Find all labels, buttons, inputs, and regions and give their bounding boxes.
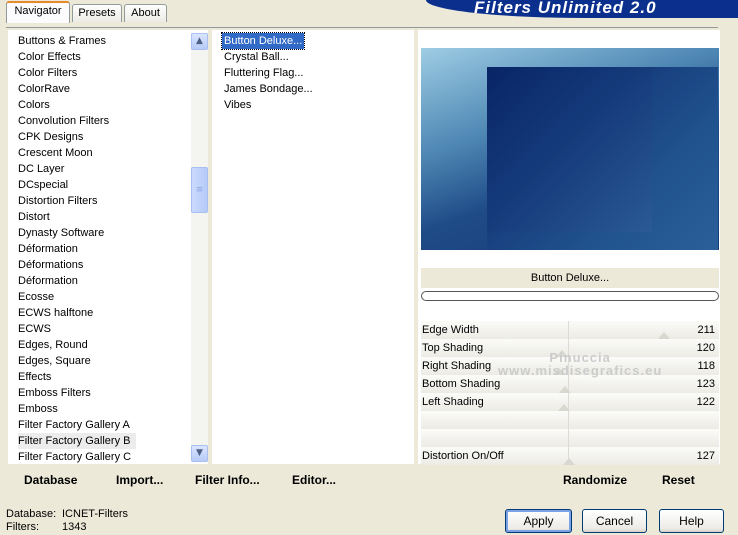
- editor-button[interactable]: Editor...: [292, 473, 336, 487]
- slider-value: 211: [697, 324, 715, 336]
- filter-item[interactable]: Vibes: [224, 97, 251, 113]
- category-item[interactable]: DC Layer: [18, 161, 64, 177]
- randomize-button[interactable]: Randomize: [563, 473, 627, 487]
- slider-center-tick: [568, 321, 569, 339]
- progress-bar: [421, 291, 719, 301]
- category-item[interactable]: Edges, Square: [18, 353, 91, 369]
- category-item[interactable]: DCspecial: [18, 177, 68, 193]
- slider-control[interactable]: Edge Width 211: [421, 321, 719, 339]
- category-item[interactable]: Color Filters: [18, 65, 77, 81]
- filter-list[interactable]: Button Deluxe... Crystal Ball... Flutterin…: [212, 30, 414, 464]
- scroll-up-button[interactable]: ▲: [191, 33, 208, 50]
- filter-item[interactable]: Button Deluxe...: [220, 32, 306, 50]
- category-scrollbar[interactable]: ▲ ≡ ▼: [191, 33, 208, 462]
- database-button[interactable]: Database: [24, 473, 77, 487]
- slider-control[interactable]: [421, 429, 719, 447]
- category-item[interactable]: Déformation: [18, 241, 78, 257]
- preview-image: [421, 48, 719, 250]
- scroll-thumb[interactable]: ≡: [191, 167, 208, 213]
- import-button[interactable]: Import...: [116, 473, 163, 487]
- category-item[interactable]: Déformations: [18, 257, 83, 273]
- category-item[interactable]: Filter Factory Gallery B: [18, 433, 137, 449]
- category-item[interactable]: Filter Factory Gallery C: [18, 449, 131, 464]
- category-item[interactable]: Filter Factory Gallery A: [18, 417, 130, 433]
- app-banner: Filters Unlimited 2.0: [426, 0, 738, 18]
- category-item[interactable]: Emboss: [18, 401, 58, 417]
- category-item[interactable]: ColorRave: [18, 81, 70, 97]
- category-item[interactable]: Emboss Filters: [18, 385, 91, 401]
- slider-label: Top Shading: [422, 342, 484, 354]
- filter-item[interactable]: Crystal Ball...: [224, 49, 289, 65]
- status-filters-value: 1343: [62, 521, 87, 533]
- slider-control[interactable]: Left Shading 122: [421, 393, 719, 411]
- slider-value: 127: [696, 450, 715, 462]
- category-item[interactable]: Dynasty Software: [18, 225, 104, 241]
- category-item[interactable]: Distort: [18, 209, 50, 225]
- watermark-line2: www.misdisegrafics.eu: [498, 363, 663, 378]
- status-database: Database: ICNET-Filters: [6, 508, 128, 520]
- filter-item[interactable]: James Bondage...: [224, 81, 313, 97]
- slider-label: Distortion On/Off: [422, 450, 504, 462]
- category-item[interactable]: Déformation: [18, 273, 78, 289]
- category-item[interactable]: Colors: [18, 97, 50, 113]
- slider-center-tick: [568, 429, 569, 447]
- app-title: Filters Unlimited 2.0: [474, 0, 657, 17]
- filter-item[interactable]: Fluttering Flag...: [224, 65, 303, 81]
- status-filters-label: Filters:: [6, 521, 39, 533]
- slider-control[interactable]: Distortion On/Off 127: [421, 447, 719, 465]
- tab-presets[interactable]: Presets: [72, 4, 122, 22]
- slider-value: 123: [696, 378, 715, 390]
- slider-thumb[interactable]: [658, 332, 670, 339]
- tab-about[interactable]: About: [124, 4, 167, 22]
- reset-button[interactable]: Reset: [662, 473, 695, 487]
- slider-thumb[interactable]: [563, 458, 575, 465]
- cancel-button[interactable]: Cancel: [582, 509, 647, 533]
- preview-inner-square: [487, 67, 652, 232]
- category-item[interactable]: Crescent Moon: [18, 145, 93, 161]
- category-item[interactable]: Color Effects: [18, 49, 81, 65]
- slider-thumb[interactable]: [558, 404, 570, 411]
- slider-control[interactable]: [421, 411, 719, 429]
- help-button[interactable]: Help: [659, 509, 724, 533]
- category-item[interactable]: Ecosse: [18, 289, 54, 305]
- apply-button[interactable]: Apply: [505, 509, 572, 533]
- category-item[interactable]: ECWS: [18, 321, 51, 337]
- slider-center-tick: [568, 411, 569, 429]
- watermark: Pinuccia www.misdisegrafics.eu: [498, 350, 662, 378]
- filter-title: Button Deluxe...: [421, 268, 719, 288]
- tab-navigator[interactable]: Navigator: [6, 1, 70, 23]
- status-database-value: ICNET-Filters: [62, 508, 128, 520]
- category-item[interactable]: Effects: [18, 369, 51, 385]
- filter-info-button[interactable]: Filter Info...: [195, 473, 260, 487]
- category-item[interactable]: Buttons & Frames: [18, 33, 106, 49]
- slider-label: Bottom Shading: [422, 378, 501, 390]
- slider-label: Edge Width: [422, 324, 479, 336]
- preview-square: [487, 67, 718, 250]
- slider-thumb[interactable]: [559, 386, 571, 393]
- slider-label: Right Shading: [422, 360, 492, 372]
- category-item[interactable]: ECWS halftone: [18, 305, 93, 321]
- slider-label: Left Shading: [422, 396, 484, 408]
- slider-value: 118: [697, 360, 715, 372]
- category-item[interactable]: Convolution Filters: [18, 113, 109, 129]
- slider-value: 122: [696, 396, 715, 408]
- category-item[interactable]: CPK Designs: [18, 129, 83, 145]
- scroll-down-button[interactable]: ▼: [191, 445, 208, 462]
- category-item[interactable]: Distortion Filters: [18, 193, 97, 209]
- category-list[interactable]: Buttons & Frames Color Effects Color Filte…: [8, 30, 208, 464]
- category-item[interactable]: Edges, Round: [18, 337, 88, 353]
- slider-value: 120: [696, 342, 715, 354]
- status-filters: Filters: 1343: [6, 521, 86, 533]
- status-database-label: Database:: [6, 508, 57, 520]
